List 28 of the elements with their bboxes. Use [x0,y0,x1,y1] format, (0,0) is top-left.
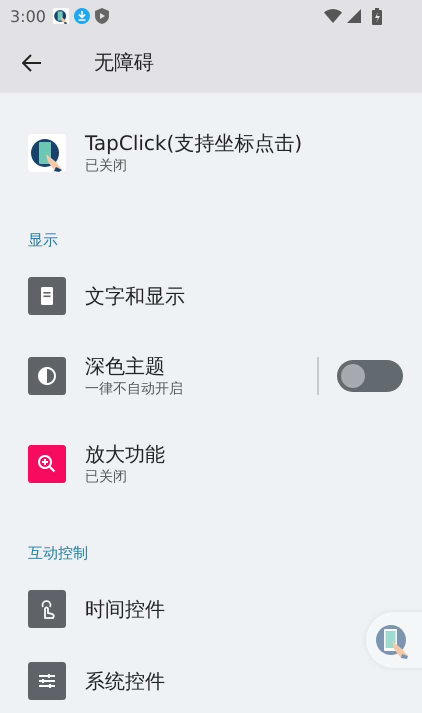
zoom-in-icon [28,445,66,483]
section-header: 显示 [27,230,58,250]
app-icon [28,134,66,172]
section-header: 互动控制 [27,543,88,563]
item-title: 文字和显示 [85,283,185,309]
wifi-icon [324,9,342,23]
floating-button[interactable] [366,612,422,668]
item-title: 放大功能 [85,441,165,467]
signal-icon [347,9,361,23]
item-subtitle: 已关闭 [85,468,127,487]
shield-icon [94,8,109,24]
item-title: 深色主题 [85,353,165,379]
item-title: 系统控件 [85,668,165,694]
item-subtitle: 已关闭 [85,157,127,176]
download-icon [74,8,90,24]
item-title: 时间控件 [85,596,165,622]
status-time: 3:00 [10,6,46,26]
phone-icon [28,277,66,315]
item-subtitle: 一律不自动开启 [85,380,183,399]
battery-icon [372,8,382,24]
app-notification-icon [52,8,69,24]
back-arrow-icon [22,54,42,72]
item-title: TapClick(支持坐标点击) [85,130,302,156]
touch-icon [28,590,66,628]
contrast-icon [28,357,66,395]
page-title: 无障碍 [94,49,154,76]
toggle-switch[interactable] [337,360,403,392]
sliders-icon [28,662,66,700]
